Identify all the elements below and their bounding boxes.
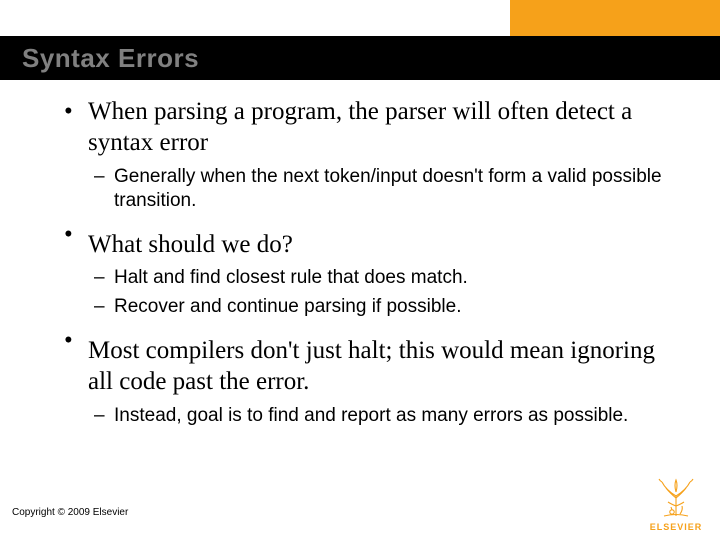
accent-bar bbox=[510, 0, 720, 36]
content-area: When parsing a program, the parser will … bbox=[0, 84, 720, 428]
sub-list: Instead, goal is to find and report as m… bbox=[88, 404, 680, 428]
bullet-text: When parsing a program, the parser will … bbox=[88, 98, 632, 156]
spacer bbox=[88, 325, 680, 335]
sub-item: Halt and find closest rule that does mat… bbox=[88, 266, 680, 290]
bullet-text: What should we do? bbox=[88, 231, 293, 258]
bullet-list: When parsing a program, the parser will … bbox=[54, 96, 680, 428]
slide: Syntax Errors When parsing a program, th… bbox=[0, 0, 720, 540]
sub-list: Generally when the next token/input does… bbox=[88, 165, 680, 214]
sub-text: Recover and continue parsing if possible… bbox=[114, 296, 461, 317]
sub-item: Generally when the next token/input does… bbox=[88, 165, 680, 214]
publisher-name: ELSEVIER bbox=[646, 522, 706, 532]
bullet-item: What should we do? Halt and find closest… bbox=[54, 219, 680, 319]
spacer bbox=[88, 219, 680, 229]
publisher-logo: ELSEVIER bbox=[646, 476, 706, 532]
title-bar: Syntax Errors bbox=[0, 36, 720, 80]
bullet-item: Most compilers don't just halt; this wou… bbox=[54, 325, 680, 428]
sub-text: Generally when the next token/input does… bbox=[114, 166, 662, 211]
bullet-item: When parsing a program, the parser will … bbox=[54, 96, 680, 213]
sub-item: Recover and continue parsing if possible… bbox=[88, 295, 680, 319]
copyright-text: Copyright © 2009 Elsevier bbox=[12, 507, 128, 518]
sub-text: Instead, goal is to find and report as m… bbox=[114, 405, 628, 426]
bullet-text: Most compilers don't just halt; this wou… bbox=[88, 337, 655, 395]
sub-list: Halt and find closest rule that does mat… bbox=[88, 266, 680, 319]
slide-title: Syntax Errors bbox=[22, 43, 199, 74]
sub-text: Halt and find closest rule that does mat… bbox=[114, 267, 468, 288]
elsevier-tree-icon bbox=[654, 476, 698, 520]
sub-item: Instead, goal is to find and report as m… bbox=[88, 404, 680, 428]
